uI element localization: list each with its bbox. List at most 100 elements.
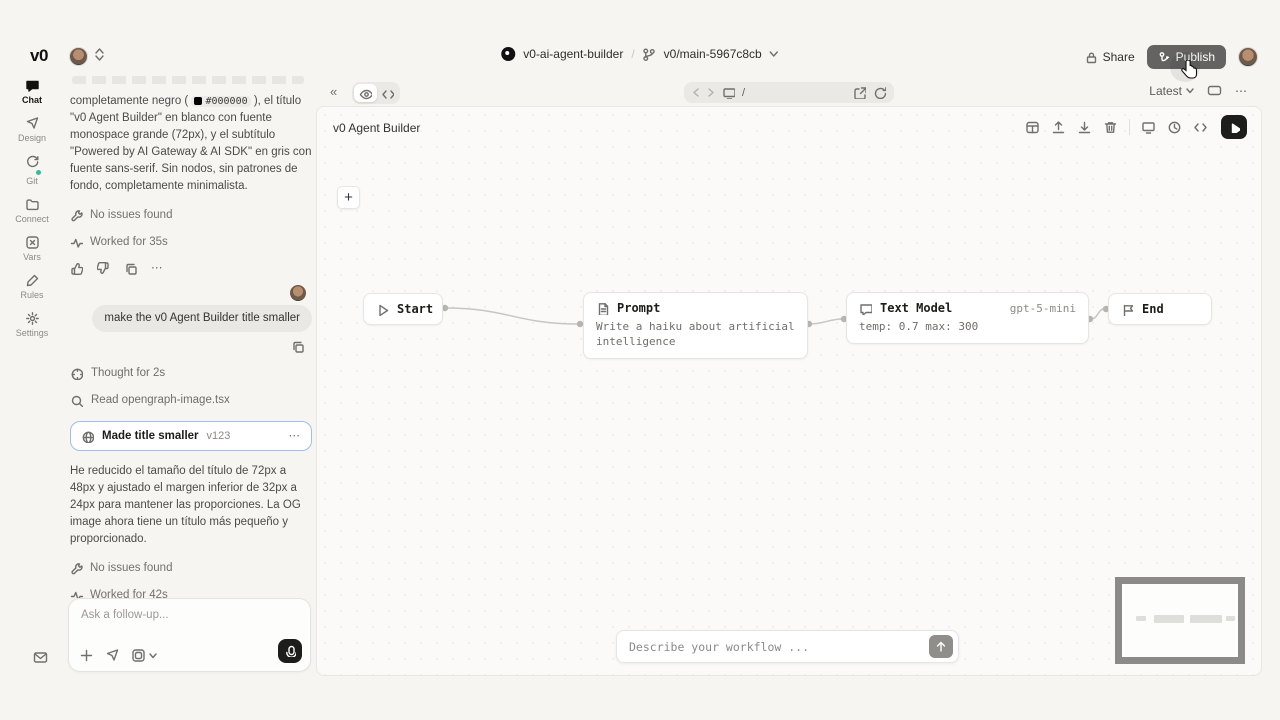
node-body: Write a haiku about artificial intellige…: [584, 319, 807, 358]
worked-label: Worked for 35s: [90, 234, 168, 251]
worked-status[interactable]: Worked for 35s: [70, 234, 312, 251]
model-badge: gpt-5-mini: [1010, 302, 1076, 315]
image-icon: [131, 648, 146, 663]
chevron-down-icon[interactable]: [770, 51, 779, 57]
thumbs-down-icon[interactable]: [97, 262, 110, 275]
node-prompt[interactable]: Prompt Write a haiku about artificial in…: [583, 292, 808, 359]
workflow-canvas[interactable]: v0 Agent Builder + Start Prom: [316, 106, 1262, 676]
attach-plus-icon[interactable]: [79, 648, 94, 663]
assistant-message: completamente negro ( #000000 ), el títu…: [70, 93, 312, 195]
user-message-bubble: make the v0 Agent Builder title smaller: [92, 305, 312, 332]
globe-icon: [81, 430, 94, 443]
issues-label: No issues found: [90, 560, 172, 577]
view-toggle: [352, 82, 400, 104]
arrow-up-icon: [936, 641, 946, 652]
git-icon: [25, 154, 40, 169]
file-text-icon: [596, 302, 609, 315]
more-actions-icon[interactable]: ⋯: [151, 260, 164, 277]
workflow-send-button[interactable]: [929, 635, 953, 658]
refresh-icon[interactable]: [873, 86, 886, 99]
viewport-icon[interactable]: [722, 86, 735, 99]
sidebar-item-git[interactable]: Git: [2, 154, 62, 186]
node-start[interactable]: Start: [363, 293, 443, 325]
node-label: End: [1142, 302, 1164, 316]
copy-icon[interactable]: [124, 262, 137, 275]
chat-panel: completamente negro ( #000000 ), el títu…: [64, 74, 316, 598]
read-file-row[interactable]: Read opengraph-image.tsx: [70, 392, 312, 409]
collapse-panel-icon[interactable]: «: [330, 84, 337, 99]
version-menu-icon[interactable]: ⋯: [289, 428, 302, 445]
thumbs-up-icon[interactable]: [70, 262, 83, 275]
search-icon: [70, 394, 83, 407]
node-label: Text Model: [880, 301, 952, 315]
design-mode-icon[interactable]: [105, 648, 120, 663]
node-label: Start: [397, 302, 433, 316]
source-select[interactable]: [131, 648, 157, 663]
preview-tab[interactable]: [354, 84, 377, 102]
copy-icon[interactable]: [291, 340, 304, 353]
worked-label: Worked for 42s: [90, 587, 168, 598]
share-button[interactable]: Share: [1085, 50, 1135, 64]
back-icon[interactable]: [692, 88, 700, 97]
color-swatch: [194, 97, 202, 105]
design-icon: [25, 116, 40, 131]
preview-menu-icon[interactable]: ⋯: [1235, 84, 1248, 98]
start-play-icon: [376, 303, 389, 316]
sidebar-item-settings[interactable]: Settings: [2, 311, 62, 338]
code-icon: [381, 87, 394, 100]
sidebar-label: Git: [26, 176, 38, 186]
publish-icon: [1158, 51, 1171, 64]
git-status-dot: [36, 170, 41, 175]
scrolled-text-fragment: [72, 76, 304, 84]
version-card[interactable]: Made title smaller v123 ⋯: [70, 421, 312, 451]
chat-input-card[interactable]: Ask a follow-up...: [68, 598, 311, 672]
mouse-cursor: [1180, 60, 1198, 80]
voice-input-button[interactable]: [278, 639, 302, 663]
feedback-mail-icon[interactable]: [33, 650, 48, 665]
sidebar-label: Design: [18, 133, 46, 143]
chat-input[interactable]: Ask a follow-up...: [81, 609, 169, 621]
branch-name[interactable]: v0/main-5967c8cb: [664, 47, 762, 61]
minimap[interactable]: [1115, 577, 1245, 664]
assistant-message: He reducido el tamaño del título de 72px…: [70, 463, 312, 548]
rules-icon: [25, 273, 40, 288]
project-name[interactable]: v0-ai-agent-builder: [523, 47, 623, 61]
user-avatar[interactable]: [1238, 47, 1258, 67]
v0-logo[interactable]: v0: [30, 46, 48, 66]
top-header: v0 v0-ai-agent-builder / v0/main-5967c8c…: [0, 40, 1280, 76]
color-code-chip: #000000: [191, 96, 250, 107]
minimap-node: [1136, 616, 1146, 621]
node-text-model[interactable]: Text Model gpt-5-mini temp: 0.7 max: 300: [846, 292, 1089, 344]
team-avatar[interactable]: [69, 47, 88, 66]
preview-toolbar: « / Latest ⋯: [316, 80, 1262, 106]
team-switcher-icon[interactable]: [95, 48, 104, 61]
sidebar-item-connect[interactable]: Connect: [2, 197, 62, 224]
device-frame-icon[interactable]: [1207, 83, 1222, 98]
eye-icon: [359, 87, 372, 100]
code-tab[interactable]: [377, 87, 398, 100]
open-external-icon[interactable]: [853, 86, 866, 99]
forward-icon[interactable]: [707, 88, 715, 97]
sidebar-item-rules[interactable]: Rules: [2, 273, 62, 300]
preview-url-bar[interactable]: /: [684, 82, 894, 103]
node-body: temp: 0.7 max: 300: [847, 319, 1088, 343]
thought-row[interactable]: Thought for 2s: [70, 365, 312, 382]
activity-icon: [70, 589, 83, 598]
gear-icon: [25, 311, 40, 326]
chat-icon: [25, 78, 40, 93]
sidebar-item-chat[interactable]: Chat: [2, 78, 62, 105]
node-end[interactable]: End: [1108, 293, 1212, 325]
sidebar-item-design[interactable]: Design: [2, 116, 62, 143]
read-file-label: Read opengraph-image.tsx: [91, 392, 230, 409]
workflow-input[interactable]: Describe your workflow ...: [616, 630, 959, 663]
wrench-icon: [70, 562, 83, 575]
version-select[interactable]: Latest: [1149, 84, 1194, 98]
sidebar-item-vars[interactable]: Vars: [2, 235, 62, 262]
url-path[interactable]: /: [742, 87, 745, 99]
lock-icon: [1085, 51, 1098, 64]
chevron-down-icon: [1186, 88, 1194, 94]
issues-label: No issues found: [90, 207, 172, 224]
sidebar-label: Connect: [15, 214, 49, 224]
vars-icon: [25, 235, 40, 250]
worked-status[interactable]: Worked for 42s: [70, 587, 312, 598]
